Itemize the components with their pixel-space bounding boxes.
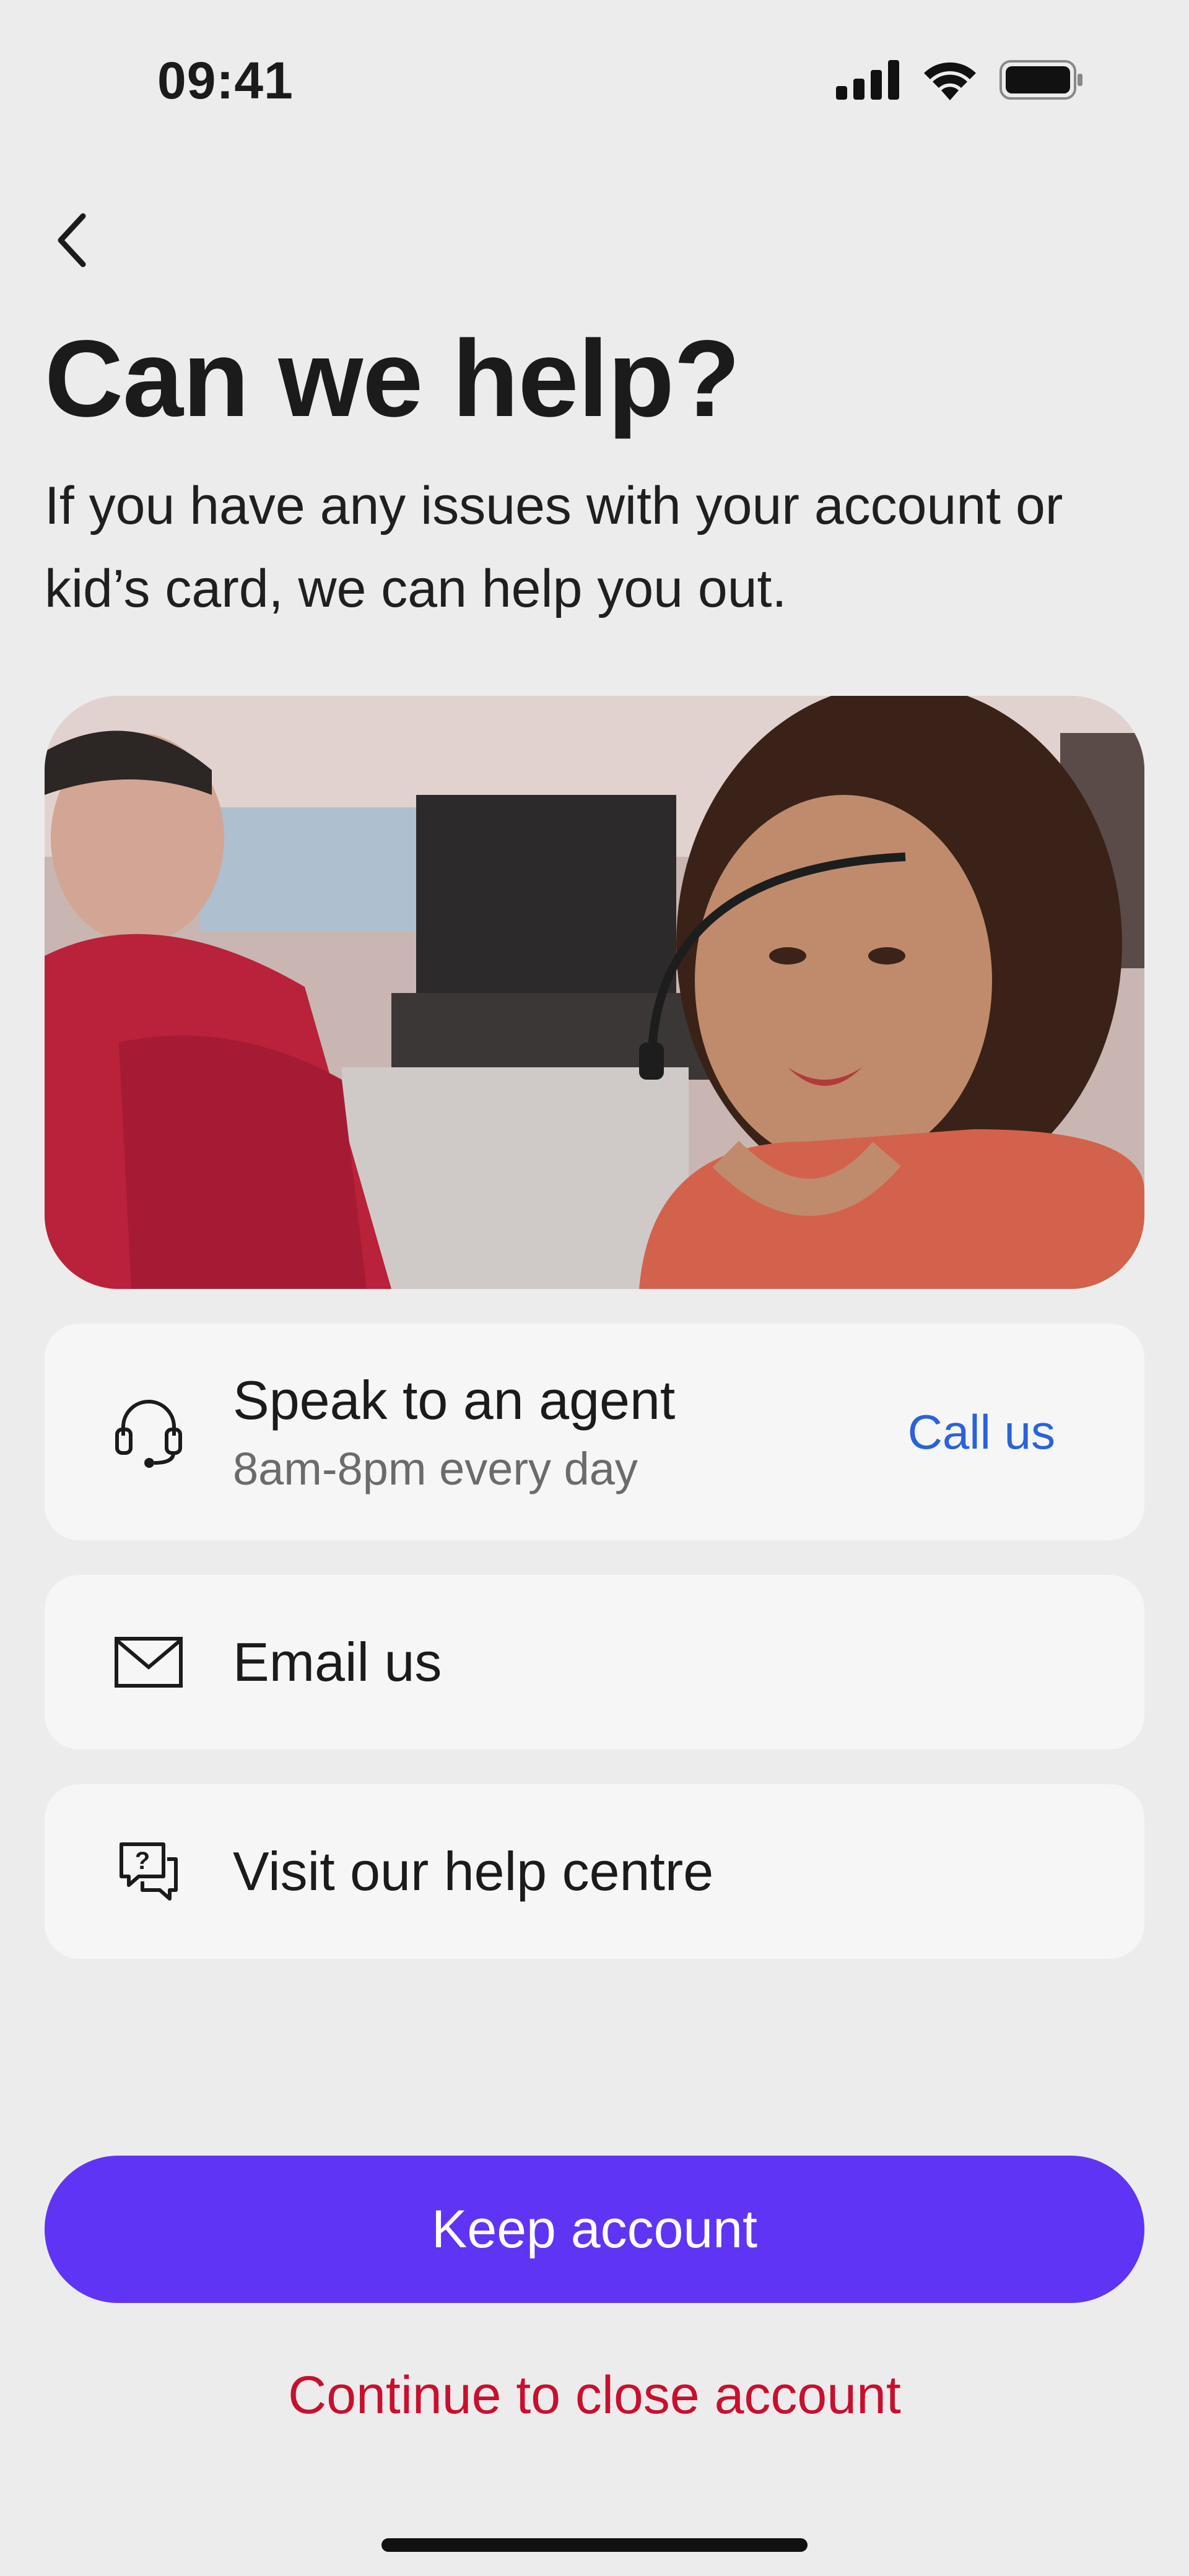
contact-agent-title: Speak to an agent xyxy=(233,1369,676,1431)
contact-card-agent[interactable]: Speak to an agent 8am-8pm every day Call… xyxy=(45,1324,1144,1540)
page-subtitle: If you have any issues with your account… xyxy=(45,476,1063,618)
signal-icon xyxy=(836,60,900,103)
back-button[interactable] xyxy=(35,204,109,279)
status-bar: 09:41 xyxy=(0,0,1189,161)
status-time: 09:41 xyxy=(157,51,294,110)
contact-card-email-text: Email us xyxy=(233,1631,442,1693)
contact-card-help-text: Visit our help centre xyxy=(233,1840,713,1902)
status-icons xyxy=(836,59,1084,103)
svg-text:?: ? xyxy=(135,1847,150,1875)
contact-card-agent-text: Speak to an agent 8am-8pm every day xyxy=(233,1369,675,1495)
help-chat-icon: ? xyxy=(107,1829,191,1914)
support-agent-photo xyxy=(45,696,1144,1289)
headset-icon xyxy=(107,1390,191,1474)
battery-icon xyxy=(1000,60,1084,103)
page-title: Can we help? xyxy=(45,318,740,440)
contact-email-title: Email us xyxy=(233,1631,442,1693)
contact-card-email[interactable]: Email us xyxy=(45,1575,1144,1750)
chevron-left-icon xyxy=(53,212,90,271)
contact-agent-hours: 8am-8pm every day xyxy=(233,1443,638,1495)
contact-card-help-centre[interactable]: ? Visit our help centre xyxy=(45,1784,1144,1959)
mail-icon xyxy=(107,1620,191,1704)
continue-close-account-link[interactable]: Continue to close account xyxy=(0,2365,1189,2426)
wifi-icon xyxy=(921,59,978,103)
call-us-link[interactable]: Call us xyxy=(908,1404,1055,1460)
home-indicator xyxy=(381,2538,808,2552)
contact-help-title: Visit our help centre xyxy=(233,1841,714,1902)
keep-account-button[interactable]: Keep account xyxy=(45,2156,1144,2303)
